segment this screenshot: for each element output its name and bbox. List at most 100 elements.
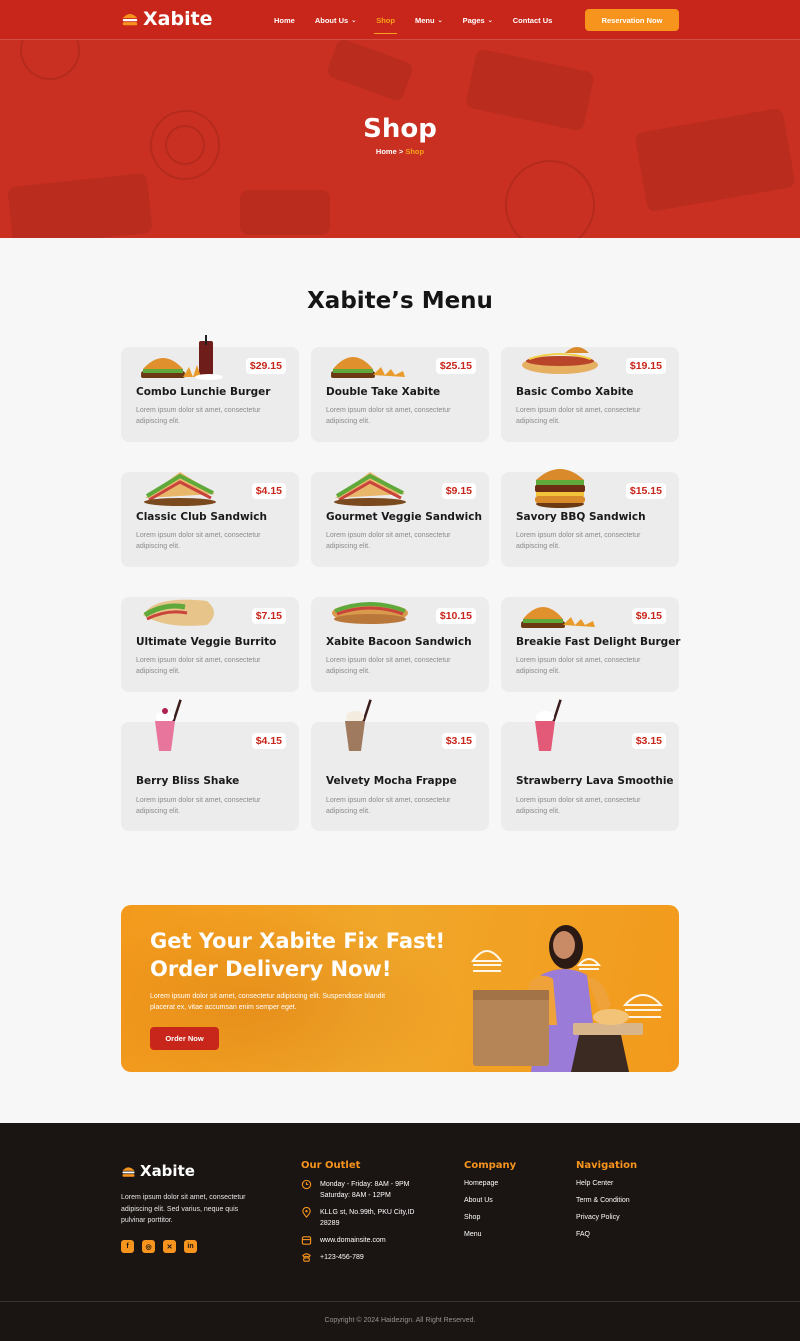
map-pin-icon	[302, 1207, 311, 1218]
food-image	[143, 599, 214, 626]
nav-item-about[interactable]: About Us ⌄	[305, 0, 366, 40]
footer-brand-name: Xabite	[140, 1162, 195, 1180]
price-tag: $9.15	[631, 608, 666, 624]
footer-link-about[interactable]: About Us	[464, 1197, 493, 1204]
price-tag: $15.15	[625, 483, 666, 499]
footer-link-help-center[interactable]: Help Center	[576, 1180, 613, 1187]
food-image	[155, 699, 182, 751]
tray-decoration	[325, 40, 415, 103]
nav-label: Pages	[462, 15, 485, 25]
item-description: Lorem ipsum dolor sit amet, consectetur …	[326, 657, 451, 675]
menu-card[interactable]: $19.15 Basic Combo Xabite Lorem ipsum dolo…	[501, 347, 679, 442]
address-line-2: 28289	[320, 1220, 340, 1227]
price-tag: $9.15	[441, 483, 476, 499]
footer-heading-company: Company	[464, 1160, 517, 1171]
price-tag: $19.15	[625, 358, 666, 374]
linkedin-icon[interactable]: in	[184, 1240, 197, 1253]
footer-heading-outlet: Our Outlet	[301, 1160, 361, 1171]
delivery-promo-banner: Get Your Xabite Fix Fast! Order Delivery…	[121, 905, 679, 1072]
page-title: Shop	[363, 114, 437, 144]
page-hero: Shop Home > Shop	[0, 40, 800, 238]
brand-logo[interactable]: Xabite	[121, 8, 213, 30]
order-now-button[interactable]: Order Now	[150, 1027, 219, 1050]
price-tag: $4.15	[251, 733, 286, 749]
chevron-down-icon: ⌄	[487, 17, 493, 24]
menu-card[interactable]: $15.15 Savory BBQ Sandwich Lorem ipsum dol…	[501, 469, 679, 567]
footer-link-terms[interactable]: Term & Condition	[576, 1197, 630, 1204]
food-image	[141, 335, 223, 380]
item-name[interactable]: Combo Lunchie Burger	[136, 386, 270, 398]
footer-link-shop[interactable]: Shop	[464, 1214, 480, 1221]
item-name[interactable]: Velvety Mocha Frappe	[326, 775, 457, 787]
food-image	[334, 472, 406, 506]
burger-logo-icon	[122, 14, 138, 26]
item-name[interactable]: Strawberry Lava Smoothie	[516, 775, 674, 787]
promo-text: Lorem ipsum dolor sit amet, consectetur …	[150, 993, 386, 1011]
nav-label: Contact Us	[512, 15, 553, 25]
burger-logo-icon	[122, 1166, 135, 1177]
item-name[interactable]: Xabite Bacoon Sandwich	[326, 636, 472, 648]
footer-link-faq[interactable]: FAQ	[576, 1231, 590, 1238]
chevron-down-icon: ⌄	[351, 17, 357, 24]
menu-card[interactable]: $3.15 Velvety Mocha Frappe Lorem ipsum dol…	[311, 699, 489, 831]
item-name[interactable]: Basic Combo Xabite	[516, 386, 634, 398]
menu-card[interactable]: $29.15 Combo Lunchie Burger Lorem ipsum do…	[121, 335, 299, 442]
nav-item-pages[interactable]: Pages ⌄	[453, 0, 503, 40]
facebook-icon[interactable]: f	[121, 1240, 134, 1253]
copyright-text: Copyright © 2024 Haidezign. All Right Re…	[324, 1317, 476, 1324]
social-links: f ◎ ✕ in	[121, 1240, 197, 1253]
item-name[interactable]: Gourmet Veggie Sandwich	[326, 511, 482, 523]
hours-weekday: Monday - Friday: 8AM - 9PM	[320, 1181, 410, 1188]
menu-card[interactable]: $7.15 Ultimate Veggie Burrito Lorem ipsum …	[121, 597, 299, 692]
nav-item-shop[interactable]: Shop	[366, 0, 405, 40]
food-image	[331, 357, 405, 378]
item-description: Lorem ipsum dolor sit amet, consectetur …	[516, 532, 641, 550]
price-tag: $3.15	[441, 733, 476, 749]
nav-item-contact[interactable]: Contact Us	[503, 0, 563, 40]
reservation-button[interactable]: Reservation Now	[585, 9, 679, 31]
footer-heading-navigation: Navigation	[576, 1160, 638, 1171]
price-tag: $4.15	[251, 483, 286, 499]
price-tag: $29.15	[245, 358, 286, 374]
price-tag: $25.15	[435, 358, 476, 374]
nav-item-home[interactable]: Home	[264, 0, 305, 40]
item-name[interactable]: Breakie Fast Delight Burger	[516, 636, 681, 648]
nav-label: Home	[274, 15, 295, 25]
item-name[interactable]: Berry Bliss Shake	[136, 775, 239, 787]
footer-link-menu[interactable]: Menu	[464, 1231, 482, 1238]
clock-icon	[301, 1179, 312, 1190]
phone-number[interactable]: +123-456-789	[320, 1252, 364, 1263]
instagram-icon[interactable]: ◎	[142, 1240, 155, 1253]
site-footer: Xabite Lorem ipsum dolor sit amet, conse…	[0, 1123, 800, 1341]
outlet-website: www.domainsite.com	[301, 1235, 386, 1246]
nav-item-menu[interactable]: Menu ⌄	[405, 0, 453, 40]
top-navbar: Xabite Home About Us ⌄ Shop Menu ⌄ Pages ⌄ …	[0, 0, 800, 40]
food-image	[535, 469, 585, 508]
footer-link-homepage[interactable]: Homepage	[464, 1180, 498, 1187]
website-link[interactable]: www.domainsite.com	[320, 1235, 386, 1246]
footer-brand-logo[interactable]: Xabite	[121, 1162, 195, 1180]
item-description: Lorem ipsum dolor sit amet, consectetur …	[136, 407, 261, 425]
menu-card[interactable]: $4.15 Berry Bliss Shake Lorem ipsum dolor …	[121, 699, 299, 831]
item-name[interactable]: Double Take Xabite	[326, 386, 440, 398]
nav-label: Menu	[414, 15, 435, 25]
breadcrumb: Home > Shop	[0, 147, 800, 156]
phone-icon	[302, 1253, 311, 1262]
item-description: Lorem ipsum dolor sit amet, consectetur …	[136, 797, 261, 815]
item-name[interactable]: Ultimate Veggie Burrito	[136, 636, 276, 648]
menu-card[interactable]: $3.15 Strawberry Lava Smoothie Lorem ipsum…	[501, 699, 679, 831]
footer-link-privacy[interactable]: Privacy Policy	[576, 1214, 620, 1221]
footer-divider	[0, 1301, 800, 1302]
food-image	[522, 347, 598, 374]
menu-card[interactable]: $4.15 Classic Club Sandwich Lorem ipsum do…	[121, 472, 299, 567]
menu-card[interactable]: $9.15 Gourmet Veggie Sandwich Lorem ipsum …	[311, 472, 489, 567]
item-name[interactable]: Savory BBQ Sandwich	[516, 511, 646, 523]
breadcrumb-home[interactable]: Home	[376, 147, 397, 156]
x-icon[interactable]: ✕	[163, 1240, 176, 1253]
item-name[interactable]: Classic Club Sandwich	[136, 511, 267, 523]
menu-card[interactable]: $9.15 Breakie Fast Delight Burger Lorem ip…	[501, 597, 681, 692]
menu-card[interactable]: $10.15 Xabite Bacoon Sandwich Lorem ipsum …	[311, 597, 489, 692]
outlet-hours: Monday - Friday: 8AM - 9PM Saturday: 8AM …	[301, 1179, 409, 1201]
menu-card[interactable]: $25.15 Double Take Xabite Lorem ipsum dolo…	[311, 347, 489, 442]
item-description: Lorem ipsum dolor sit amet, consectetur …	[326, 532, 451, 550]
